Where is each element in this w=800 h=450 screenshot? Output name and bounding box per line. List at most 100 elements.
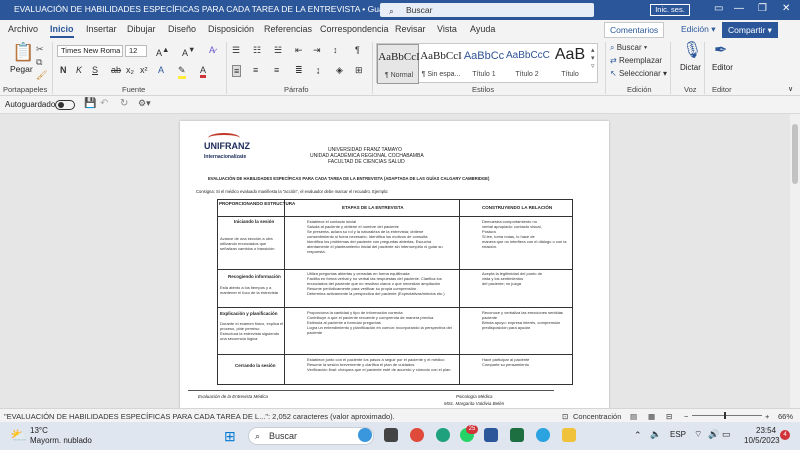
customize-icon[interactable]: ⚙▾ — [138, 98, 151, 109]
copy-icon[interactable]: ⧉ — [36, 57, 42, 68]
scroll-thumb[interactable] — [792, 124, 798, 184]
style-no-spacing[interactable]: AaBbCcI ¶ Sin espa... — [420, 44, 462, 84]
font-size-combo[interactable]: 12 — [125, 45, 147, 57]
save-icon[interactable]: 💾 — [84, 98, 96, 109]
edit-mode-button[interactable]: Edición ▾ — [676, 22, 721, 38]
tab-referencias[interactable]: Referencias — [264, 24, 312, 34]
format-painter-icon[interactable]: 🖌 — [36, 70, 47, 81]
tab-vista[interactable]: Vista — [437, 24, 457, 34]
read-mode-icon[interactable]: ▤ — [630, 412, 637, 421]
wifi-icon[interactable]: ⌔ — [694, 429, 702, 440]
vertical-scrollbar[interactable] — [790, 114, 800, 408]
zoom-slider-knob[interactable] — [724, 412, 726, 419]
edge-icon[interactable] — [436, 428, 450, 442]
microphone-icon[interactable]: 🎙 — [682, 40, 702, 60]
comments-button[interactable]: Comentarios — [604, 22, 665, 38]
find-button[interactable]: ⌕ Buscar ▾ — [610, 43, 647, 53]
restore-ribbon-icon[interactable]: ▭ — [714, 3, 723, 14]
editor-label[interactable]: Editor — [712, 63, 733, 72]
bing-icon[interactable] — [358, 428, 372, 442]
task-view-icon[interactable] — [384, 428, 398, 442]
text-effects-icon[interactable]: A — [158, 65, 164, 75]
align-center-icon[interactable]: ≡ — [253, 65, 258, 75]
underline-icon[interactable]: S — [92, 65, 98, 75]
tab-insertar[interactable]: Insertar — [86, 24, 117, 34]
grow-font-icon[interactable]: A▲ — [156, 45, 169, 58]
style-normal[interactable]: AaBbCcI ¶ Normal — [377, 44, 420, 84]
weather-icon[interactable]: ⛅ — [10, 427, 27, 444]
superscript-icon[interactable]: x² — [140, 65, 148, 75]
style-heading-2[interactable]: AaBbCcC Título 2 — [506, 44, 550, 84]
tab-revisar[interactable]: Revisar — [395, 24, 426, 34]
undo-icon[interactable]: ↶ — [100, 98, 108, 109]
clock-time[interactable]: 23:54 — [756, 426, 776, 435]
replace-button[interactable]: ⇄ Reemplazar — [610, 56, 662, 65]
multilevel-icon[interactable]: ☱ — [274, 45, 282, 56]
font-name-combo[interactable]: Times New Roma — [57, 45, 123, 57]
increase-indent-icon[interactable]: ⇥ — [313, 45, 321, 56]
clear-format-icon[interactable]: A̷ — [209, 45, 215, 55]
tab-inicio[interactable]: Inicio — [50, 24, 74, 38]
decrease-indent-icon[interactable]: ⇤ — [295, 45, 303, 56]
notification-badge[interactable]: 4 — [780, 430, 790, 440]
align-left-icon[interactable]: ≡ — [232, 65, 242, 77]
italic-icon[interactable]: K — [76, 65, 82, 75]
zoom-in-icon[interactable]: + — [765, 412, 769, 421]
close-icon[interactable]: ✕ — [782, 3, 790, 14]
volume-icon[interactable]: 🔊 — [708, 429, 719, 440]
borders-icon[interactable]: ⊞ — [355, 65, 363, 76]
word-icon[interactable] — [484, 428, 498, 442]
styles-scroll-icon[interactable]: ▴ ▾ ▿ — [591, 46, 595, 70]
web-layout-icon[interactable]: ⊟ — [666, 412, 672, 421]
bold-icon[interactable]: N — [60, 65, 67, 75]
chevron-up-icon[interactable]: ⌃ — [634, 430, 642, 441]
clock-date[interactable]: 10/5/2023 — [744, 436, 780, 445]
chrome-icon[interactable] — [410, 428, 424, 442]
speaker-icon[interactable]: 🔈 — [650, 429, 661, 440]
telegram-icon[interactable] — [536, 428, 550, 442]
numbering-icon[interactable]: ☷ — [253, 45, 261, 56]
justify-icon[interactable]: ≣ — [295, 65, 303, 76]
language-indicator[interactable]: ESP — [670, 430, 686, 439]
print-layout-icon[interactable]: ▦ — [648, 412, 655, 421]
editor-icon[interactable]: ✒ — [714, 40, 727, 60]
sign-in-button[interactable]: Inic. ses. — [650, 4, 690, 16]
shrink-font-icon[interactable]: A▼ — [182, 45, 195, 58]
dictate-label[interactable]: Dictar — [680, 63, 701, 72]
collapse-ribbon-icon[interactable]: ∨ — [788, 85, 793, 93]
bullets-icon[interactable]: ☰ — [232, 45, 240, 56]
style-heading-1[interactable]: AaBbCc Título 1 — [463, 44, 505, 84]
status-doc-info[interactable]: "EVALUACIÓN DE HABILIDADES ESPECÍFICAS P… — [4, 412, 395, 421]
zoom-level[interactable]: 66% — [778, 412, 793, 421]
tab-correspondencia[interactable]: Correspondencia — [320, 24, 389, 34]
tab-disposicion[interactable]: Disposición — [208, 24, 254, 34]
battery-icon[interactable]: ▭ — [722, 429, 731, 440]
maximize-icon[interactable]: ❐ — [758, 3, 767, 14]
search-box[interactable]: ⌕ Buscar — [380, 3, 594, 17]
tab-ayuda[interactable]: Ayuda — [470, 24, 495, 34]
paste-label[interactable]: Pegar — [10, 64, 33, 74]
redo-icon[interactable]: ↻ — [120, 98, 128, 109]
windows-start-icon[interactable]: ⊞ — [224, 428, 236, 445]
document-page[interactable]: UNIFRANZ Internacionalízate UNIVERSIDAD … — [180, 121, 609, 408]
zoom-out-icon[interactable]: − — [684, 412, 688, 421]
style-title[interactable]: AaB Título — [549, 44, 591, 84]
taskbar-search[interactable]: ⌕ Buscar — [248, 427, 374, 445]
share-button[interactable]: Compartir ▾ — [722, 22, 778, 38]
select-button[interactable]: ↖ Seleccionar ▾ — [610, 69, 667, 78]
font-color-icon[interactable]: A — [200, 65, 207, 78]
strikethrough-icon[interactable]: ab — [111, 65, 121, 75]
show-marks-icon[interactable]: ¶ — [355, 45, 360, 55]
autosave-toggle[interactable] — [55, 100, 75, 110]
subscript-icon[interactable]: x₂ — [126, 65, 134, 75]
tab-archivo[interactable]: Archivo — [8, 24, 38, 34]
highlight-icon[interactable]: ✎ — [178, 65, 186, 79]
shading-icon[interactable]: ◈ — [336, 65, 343, 76]
zoom-slider[interactable] — [692, 412, 762, 419]
tab-dibujar[interactable]: Dibujar — [127, 24, 156, 34]
paste-icon[interactable]: 📋 — [12, 42, 34, 63]
excel-icon[interactable] — [510, 428, 524, 442]
sort-icon[interactable]: ↕ — [333, 45, 338, 55]
focus-icon[interactable]: ⊡ — [562, 412, 568, 421]
tab-diseno[interactable]: Diseño — [168, 24, 196, 34]
